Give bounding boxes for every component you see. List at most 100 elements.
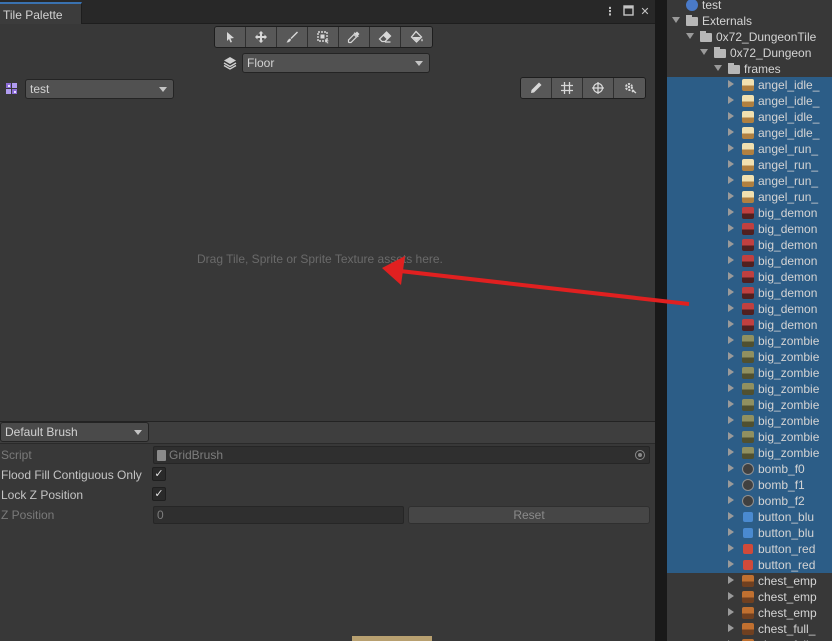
settings-toggle-button[interactable]: [614, 78, 645, 98]
tree-row[interactable]: angel_idle_: [667, 93, 832, 109]
expand-arrow-down-icon[interactable]: [700, 49, 708, 55]
expand-arrow-right-icon[interactable]: [728, 128, 734, 136]
tree-row[interactable]: big_demon: [667, 221, 832, 237]
tree-row[interactable]: frames: [667, 61, 832, 77]
lock-z-checkbox[interactable]: ✓: [152, 487, 166, 501]
expand-arrow-right-icon[interactable]: [728, 336, 734, 344]
tree-row[interactable]: big_zombie: [667, 397, 832, 413]
expand-arrow-right-icon[interactable]: [728, 80, 734, 88]
expand-arrow-right-icon[interactable]: [728, 256, 734, 264]
tree-row[interactable]: big_demon: [667, 285, 832, 301]
expand-arrow-right-icon[interactable]: [728, 352, 734, 360]
tree-row[interactable]: bomb_f0: [667, 461, 832, 477]
expand-arrow-right-icon[interactable]: [728, 432, 734, 440]
tree-row[interactable]: button_red: [667, 541, 832, 557]
active-tilemap-dropdown[interactable]: Floor: [242, 53, 430, 73]
tab-tile-palette[interactable]: Tile Palette: [0, 2, 82, 24]
tree-row[interactable]: test: [667, 0, 832, 13]
expand-arrow-right-icon[interactable]: [728, 400, 734, 408]
expand-arrow-down-icon[interactable]: [714, 65, 722, 71]
tree-row[interactable]: big_demon: [667, 237, 832, 253]
tree-row[interactable]: big_zombie: [667, 413, 832, 429]
close-icon[interactable]: ✕: [638, 5, 652, 19]
brush-dropdown[interactable]: Default Brush: [0, 422, 149, 442]
expand-arrow-right-icon[interactable]: [728, 496, 734, 504]
tree-row[interactable]: 0x72_DungeonTile: [667, 29, 832, 45]
tree-row[interactable]: big_demon: [667, 205, 832, 221]
expand-arrow-down-icon[interactable]: [672, 17, 680, 23]
tree-row[interactable]: button_blu: [667, 525, 832, 541]
box-fill-tool-button[interactable]: [308, 27, 339, 47]
tree-row[interactable]: chest_emp: [667, 573, 832, 589]
expand-arrow-right-icon[interactable]: [728, 528, 734, 536]
fill-tool-button[interactable]: [401, 27, 432, 47]
tree-row[interactable]: chest_emp: [667, 589, 832, 605]
expand-arrow-right-icon[interactable]: [728, 560, 734, 568]
reset-button[interactable]: Reset: [408, 506, 650, 524]
move-tool-button[interactable]: [246, 27, 277, 47]
paint-tool-button[interactable]: [277, 27, 308, 47]
expand-arrow-right-icon[interactable]: [728, 176, 734, 184]
tree-row[interactable]: big_zombie: [667, 333, 832, 349]
expand-arrow-right-icon[interactable]: [728, 160, 734, 168]
tree-row[interactable]: bomb_f2: [667, 493, 832, 509]
tree-row[interactable]: button_red: [667, 557, 832, 573]
expand-arrow-down-icon[interactable]: [686, 33, 694, 39]
flood-fill-checkbox[interactable]: ✓: [152, 467, 166, 481]
tree-row[interactable]: angel_run_: [667, 157, 832, 173]
expand-arrow-right-icon[interactable]: [728, 208, 734, 216]
tree-row[interactable]: Externals: [667, 13, 832, 29]
expand-arrow-right-icon[interactable]: [728, 224, 734, 232]
tree-row[interactable]: big_zombie: [667, 429, 832, 445]
edit-toggle-button[interactable]: [521, 78, 552, 98]
expand-arrow-right-icon[interactable]: [728, 240, 734, 248]
expand-arrow-right-icon[interactable]: [728, 304, 734, 312]
tree-row[interactable]: big_zombie: [667, 349, 832, 365]
picker-tool-button[interactable]: [339, 27, 370, 47]
select-tool-button[interactable]: [215, 27, 246, 47]
expand-arrow-right-icon[interactable]: [728, 96, 734, 104]
tree-row[interactable]: angel_idle_: [667, 125, 832, 141]
tree-row[interactable]: big_demon: [667, 301, 832, 317]
maximize-icon[interactable]: [621, 5, 635, 19]
tree-row[interactable]: angel_run_: [667, 189, 832, 205]
expand-arrow-right-icon[interactable]: [728, 272, 734, 280]
expand-arrow-right-icon[interactable]: [728, 624, 734, 632]
expand-arrow-right-icon[interactable]: [728, 288, 734, 296]
expand-arrow-right-icon[interactable]: [728, 416, 734, 424]
tree-row[interactable]: bomb_f1: [667, 477, 832, 493]
tree-row[interactable]: angel_idle_: [667, 77, 832, 93]
expand-arrow-right-icon[interactable]: [728, 608, 734, 616]
expand-arrow-right-icon[interactable]: [728, 192, 734, 200]
z-position-field[interactable]: 0: [153, 506, 404, 524]
expand-arrow-right-icon[interactable]: [728, 320, 734, 328]
tree-row[interactable]: big_zombie: [667, 445, 832, 461]
expand-arrow-right-icon[interactable]: [728, 544, 734, 552]
tree-row[interactable]: chest_emp: [667, 605, 832, 621]
tree-row[interactable]: 0x72_Dungeon: [667, 45, 832, 61]
expand-arrow-right-icon[interactable]: [728, 480, 734, 488]
expand-arrow-right-icon[interactable]: [728, 592, 734, 600]
tree-row[interactable]: angel_idle_: [667, 109, 832, 125]
erase-tool-button[interactable]: [370, 27, 401, 47]
expand-arrow-right-icon[interactable]: [728, 512, 734, 520]
grid-toggle-button[interactable]: [552, 78, 583, 98]
tree-row[interactable]: big_zombie: [667, 381, 832, 397]
tree-row[interactable]: angel_run_: [667, 173, 832, 189]
script-field[interactable]: GridBrush: [153, 446, 650, 464]
palette-dropdown[interactable]: test: [25, 79, 174, 99]
tree-row[interactable]: angel_run_: [667, 141, 832, 157]
tree-row[interactable]: big_demon: [667, 269, 832, 285]
expand-arrow-right-icon[interactable]: [728, 448, 734, 456]
tree-row[interactable]: big_zombie: [667, 365, 832, 381]
kebab-menu-icon[interactable]: ⋮: [603, 5, 617, 19]
expand-arrow-right-icon[interactable]: [728, 368, 734, 376]
tree-row[interactable]: chest_full_: [667, 637, 832, 641]
expand-arrow-right-icon[interactable]: [728, 144, 734, 152]
object-picker-icon[interactable]: [635, 450, 645, 460]
gizmos-toggle-button[interactable]: [583, 78, 614, 98]
expand-arrow-right-icon[interactable]: [728, 112, 734, 120]
tree-row[interactable]: big_demon: [667, 317, 832, 333]
tree-row[interactable]: button_blu: [667, 509, 832, 525]
expand-arrow-right-icon[interactable]: [728, 384, 734, 392]
